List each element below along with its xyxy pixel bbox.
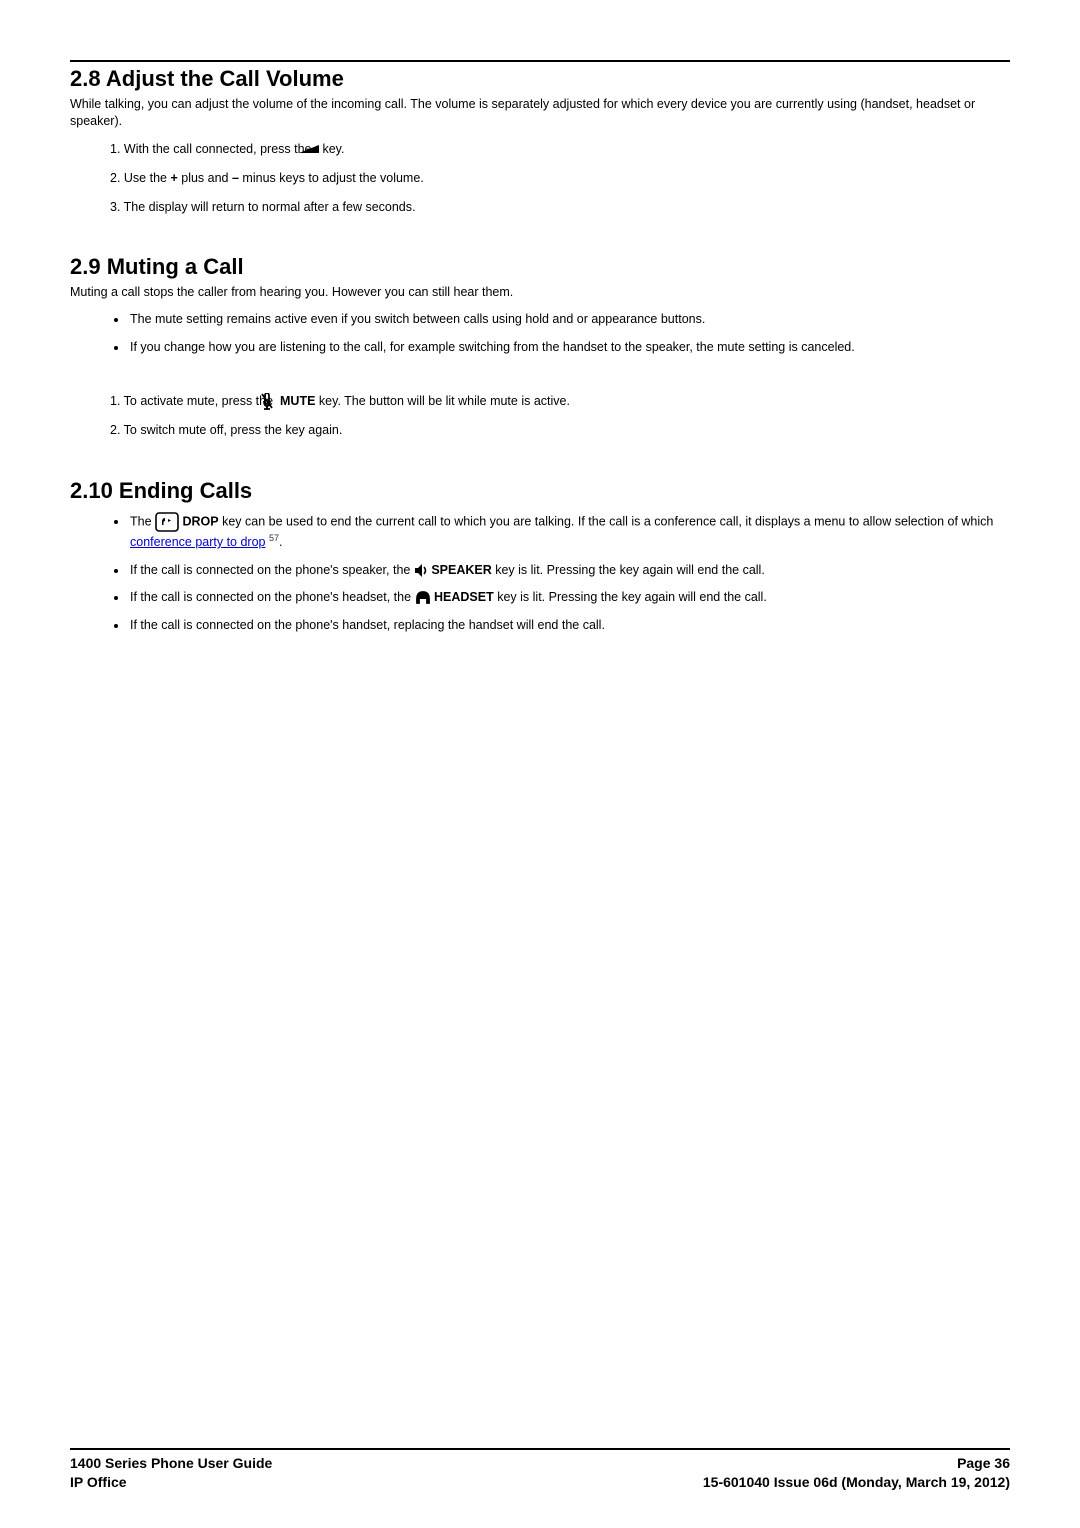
headset-key-label: HEADSET: [434, 590, 494, 604]
mute-key-label: MUTE: [280, 394, 315, 408]
bullet-2-10-1: The DROP key can be used to end the curr…: [128, 512, 1010, 552]
step-2-9-2: 2. To switch mute off, press the key aga…: [110, 421, 1010, 440]
minus-key-label: –: [232, 171, 239, 185]
bullet-text: key is lit. Pressing the key again will …: [497, 590, 767, 604]
step-text: 1. With the call connected, press the: [110, 142, 315, 156]
bullets-2-9: The mute setting remains active even if …: [70, 311, 1010, 356]
bullet-text: If the call is connected on the phone's …: [130, 590, 415, 604]
conference-drop-link[interactable]: conference party to drop: [130, 535, 266, 549]
bullet-2-10-3: If the call is connected on the phone's …: [128, 589, 1010, 607]
footer-row-2: IP Office 15-601040 Issue 06d (Monday, M…: [70, 1473, 1010, 1492]
step-text: key.: [322, 142, 344, 156]
bullet-text: key can be used to end the current call …: [222, 514, 993, 528]
steps-2-9: 1. To activate mute, press the MUTE key.…: [70, 392, 1010, 440]
bullet-text: .: [279, 535, 282, 549]
heading-2-10: 2.10 Ending Calls: [70, 478, 1010, 504]
bullet-text: If the call is connected on the phone's …: [130, 563, 414, 577]
step-2-9-1: 1. To activate mute, press the MUTE key.…: [110, 392, 1010, 411]
step-text: plus and: [181, 171, 232, 185]
intro-2-9: Muting a call stops the caller from hear…: [70, 284, 1010, 301]
footer-right-2: 15-601040 Issue 06d (Monday, March 19, 2…: [703, 1473, 1010, 1492]
plus-key-label: +: [170, 171, 177, 185]
footer-left-1: 1400 Series Phone User Guide: [70, 1454, 272, 1473]
top-rule: [70, 60, 1010, 62]
step-text: 1. To activate mute, press the: [110, 394, 277, 408]
step-text: 2. Use the: [110, 171, 170, 185]
step-2-8-2: 2. Use the + plus and – minus keys to ad…: [110, 169, 1010, 188]
footer-rule: [70, 1448, 1010, 1450]
drop-key-label: DROP: [183, 514, 219, 528]
heading-2-9: 2.9 Muting a Call: [70, 254, 1010, 280]
bullets-2-10: The DROP key can be used to end the curr…: [70, 512, 1010, 634]
page-ref: 57: [269, 533, 279, 543]
heading-2-8: 2.8 Adjust the Call Volume: [70, 66, 1010, 92]
steps-2-8: 1. With the call connected, press the ke…: [70, 140, 1010, 217]
bullet-text: key is lit. Pressing the key again will …: [495, 563, 765, 577]
intro-2-8: While talking, you can adjust the volume…: [70, 96, 1010, 130]
bullet-2-10-2: If the call is connected on the phone's …: [128, 562, 1010, 580]
headset-icon: [415, 589, 431, 607]
bullet-2-9-1: The mute setting remains active even if …: [128, 311, 1010, 329]
footer-left-2: IP Office: [70, 1473, 127, 1492]
footer-right-1: Page 36: [957, 1454, 1010, 1473]
step-text: minus keys to adjust the volume.: [242, 171, 423, 185]
page-footer: 1400 Series Phone User Guide Page 36 IP …: [70, 1448, 1010, 1492]
drop-icon: [155, 512, 179, 532]
page-content: 2.8 Adjust the Call Volume While talking…: [0, 0, 1080, 634]
step-text: key. The button will be lit while mute i…: [319, 394, 570, 408]
bullet-2-9-2: If you change how you are listening to t…: [128, 339, 1010, 357]
step-2-8-3: 3. The display will return to normal aft…: [110, 198, 1010, 217]
volume-key-icon: [315, 140, 319, 159]
bullet-text: The: [130, 514, 155, 528]
bullet-2-10-4: If the call is connected on the phone's …: [128, 617, 1010, 635]
footer-row-1: 1400 Series Phone User Guide Page 36: [70, 1454, 1010, 1473]
speaker-icon: [414, 562, 428, 580]
step-2-8-1: 1. With the call connected, press the ke…: [110, 140, 1010, 159]
speaker-key-label: SPEAKER: [431, 563, 491, 577]
